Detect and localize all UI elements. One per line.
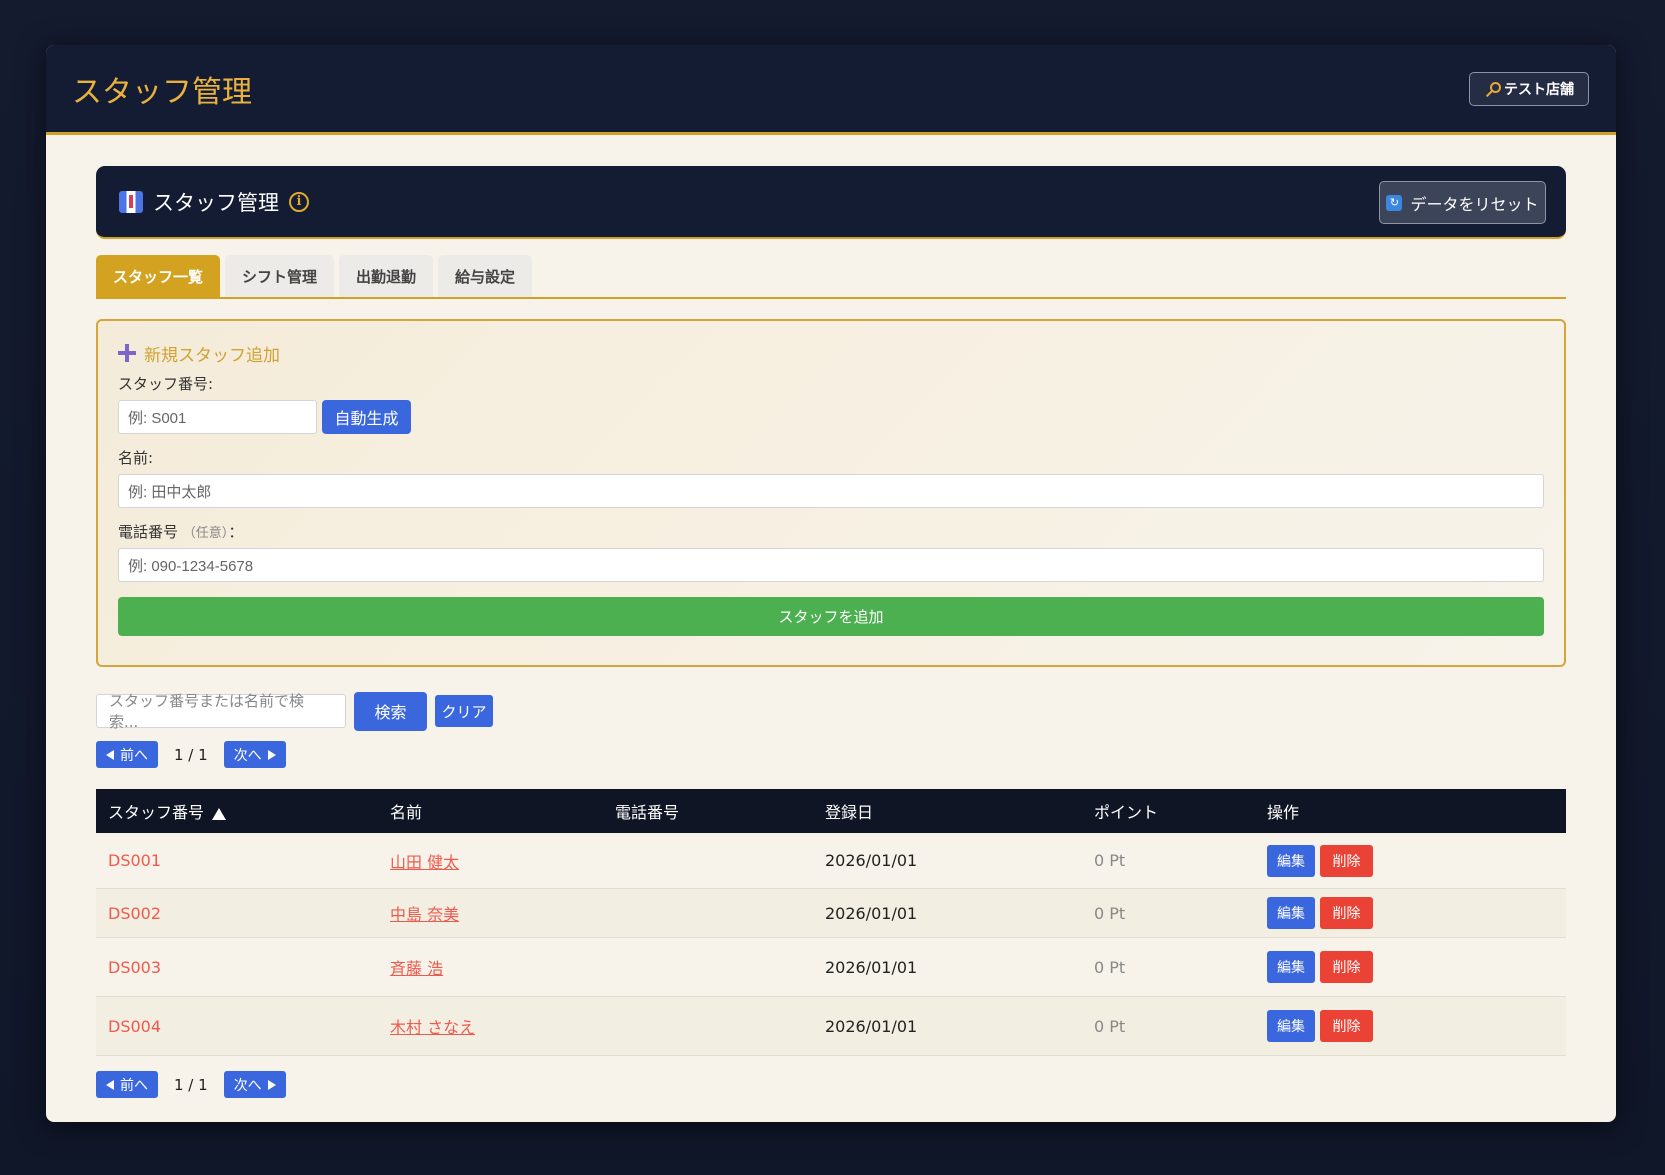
delete-button[interactable]: 削除 bbox=[1320, 897, 1373, 929]
tab-bar: スタッフ一覧 シフト管理 出勤退勤 給与設定 bbox=[96, 255, 1566, 299]
store-button[interactable]: テスト店舗 bbox=[1469, 72, 1589, 106]
staff-id: DS001 bbox=[108, 851, 162, 870]
search-row: スタッフ番号または名前で検索... 検索 クリア bbox=[96, 691, 1566, 731]
staff-number-label: スタッフ番号: bbox=[118, 375, 214, 393]
staff-points: 0 Pt bbox=[1094, 1016, 1126, 1036]
key-icon bbox=[1482, 81, 1501, 97]
edit-button[interactable]: 編集 bbox=[1267, 951, 1315, 983]
header-points[interactable]: ポイント bbox=[1094, 799, 1267, 823]
autogenerate-button[interactable]: 自動生成 bbox=[322, 400, 411, 434]
next-page-button[interactable]: 次へ bbox=[223, 741, 286, 768]
staff-name-link[interactable]: 木村 さなえ bbox=[390, 1018, 475, 1037]
header-actions: 操作 bbox=[1267, 803, 1300, 822]
staff-id: DS002 bbox=[108, 903, 162, 923]
sort-asc-icon bbox=[212, 807, 227, 820]
phone-label: 電話番号 （任意）： bbox=[118, 521, 1544, 543]
phone-optional-note: （任意） bbox=[182, 526, 229, 541]
app-header: スタッフ管理 テスト店舗 bbox=[46, 45, 1616, 135]
phone-label-text: 電話番号 bbox=[118, 523, 179, 541]
prev-page-button[interactable]: 前へ bbox=[96, 1071, 158, 1098]
section-title: スタッフ管理 bbox=[153, 190, 279, 215]
reset-label: データをリセット bbox=[1410, 194, 1539, 214]
section-header: スタッフ管理 i ↻ データをリセット bbox=[96, 166, 1566, 239]
next-label: 次へ bbox=[233, 1077, 262, 1094]
app-title: スタッフ管理 bbox=[72, 75, 252, 110]
header-date[interactable]: 登録日 bbox=[825, 799, 1094, 823]
header-phone[interactable]: 電話番号 bbox=[615, 799, 825, 823]
staff-name-link[interactable]: 山田 健太 bbox=[390, 853, 459, 872]
staff-icon bbox=[119, 190, 143, 213]
table-body: DS001 山田 健太 2026/01/01 0 Pt 編集 削除 DS002 … bbox=[96, 833, 1566, 1056]
staff-number-row: 例: S001 自動生成 bbox=[118, 400, 1544, 434]
edit-button[interactable]: 編集 bbox=[1267, 897, 1315, 929]
next-page-button[interactable]: 次へ bbox=[223, 1071, 286, 1098]
pager-bottom: 前へ 1 / 1 次へ bbox=[96, 1071, 1566, 1098]
staff-points: 0 Pt bbox=[1094, 851, 1126, 870]
next-label: 次へ bbox=[233, 747, 262, 764]
phone-label-colon: ： bbox=[228, 523, 244, 541]
delete-button[interactable]: 削除 bbox=[1320, 1010, 1373, 1042]
prev-page-button[interactable]: 前へ bbox=[96, 741, 158, 768]
table-row: DS002 中島 奈美 2026/01/01 0 Pt 編集 削除 bbox=[96, 889, 1566, 938]
main-content: スタッフ管理 i ↻ データをリセット スタッフ一覧 シフト管理 出勤退勤 給与… bbox=[96, 166, 1566, 1098]
pager-top: 前へ 1 / 1 次へ bbox=[96, 741, 1566, 768]
add-staff-heading-text: 新規スタッフ追加 bbox=[144, 345, 280, 366]
page-indicator: 1 / 1 bbox=[174, 745, 208, 764]
info-icon[interactable]: i bbox=[289, 191, 309, 212]
edit-button[interactable]: 編集 bbox=[1267, 844, 1315, 877]
table-header: スタッフ番号 名前 電話番号 登録日 ポイント 操作 bbox=[96, 789, 1566, 833]
prev-label: 前へ bbox=[120, 1077, 148, 1094]
header-staff-number[interactable]: スタッフ番号 bbox=[96, 799, 390, 823]
delete-button[interactable]: 削除 bbox=[1320, 951, 1373, 983]
edit-button[interactable]: 編集 bbox=[1267, 1010, 1315, 1042]
arrow-left-icon bbox=[106, 749, 114, 760]
staff-name-link[interactable]: 中島 奈美 bbox=[390, 905, 459, 924]
name-label: 名前: bbox=[118, 449, 154, 467]
add-staff-heading: 新規スタッフ追加 bbox=[118, 341, 1544, 366]
add-staff-button[interactable]: スタッフを追加 bbox=[118, 597, 1544, 636]
prev-label: 前へ bbox=[120, 747, 148, 764]
store-label: テスト店舗 bbox=[1504, 82, 1574, 98]
staff-points: 0 Pt bbox=[1094, 903, 1126, 923]
app-window: スタッフ管理 テスト店舗 スタッフ管理 i ↻ データをリセット スタッフ一覧 … bbox=[46, 45, 1616, 1122]
page-indicator: 1 / 1 bbox=[174, 1075, 208, 1094]
staff-date: 2026/01/01 bbox=[825, 957, 918, 977]
tab-shift-management[interactable]: シフト管理 bbox=[225, 255, 335, 297]
arrow-right-icon bbox=[267, 749, 276, 760]
arrow-right-icon bbox=[267, 1079, 276, 1090]
staff-number-input[interactable]: 例: S001 bbox=[118, 400, 317, 434]
staff-id: DS004 bbox=[108, 1016, 162, 1036]
reset-data-button[interactable]: ↻ データをリセット bbox=[1379, 181, 1546, 224]
staff-id: DS003 bbox=[108, 957, 162, 977]
tab-staff-list[interactable]: スタッフ一覧 bbox=[96, 255, 221, 297]
table-row: DS001 山田 健太 2026/01/01 0 Pt 編集 削除 bbox=[96, 833, 1566, 889]
search-input[interactable]: スタッフ番号または名前で検索... bbox=[96, 692, 346, 731]
header-staff-number-label: スタッフ番号 bbox=[108, 803, 205, 822]
plus-icon bbox=[118, 344, 136, 362]
tab-salary-settings[interactable]: 給与設定 bbox=[438, 255, 533, 297]
staff-table: スタッフ番号 名前 電話番号 登録日 ポイント 操作 DS001 山田 健太 2… bbox=[96, 789, 1566, 1056]
name-input[interactable]: 例: 田中太郎 bbox=[118, 474, 1544, 508]
delete-button[interactable]: 削除 bbox=[1320, 844, 1373, 877]
staff-points: 0 Pt bbox=[1094, 957, 1126, 977]
tab-attendance[interactable]: 出勤退勤 bbox=[339, 255, 434, 297]
search-button[interactable]: 検索 bbox=[354, 691, 427, 731]
table-row: DS003 斉藤 浩 2026/01/01 0 Pt 編集 削除 bbox=[96, 938, 1566, 997]
staff-name-link[interactable]: 斉藤 浩 bbox=[390, 959, 443, 978]
staff-date: 2026/01/01 bbox=[825, 851, 918, 870]
arrow-left-icon bbox=[106, 1079, 114, 1090]
staff-date: 2026/01/01 bbox=[825, 1016, 918, 1036]
table-row: DS004 木村 さなえ 2026/01/01 0 Pt 編集 削除 bbox=[96, 997, 1566, 1056]
phone-input[interactable]: 例: 090-1234-5678 bbox=[118, 548, 1544, 582]
staff-date: 2026/01/01 bbox=[825, 903, 918, 923]
header-name[interactable]: 名前 bbox=[390, 799, 615, 823]
clear-button[interactable]: クリア bbox=[435, 695, 493, 727]
add-staff-panel: 新規スタッフ追加 スタッフ番号: 例: S001 自動生成 名前: 例: 田中太… bbox=[96, 319, 1566, 667]
refresh-icon: ↻ bbox=[1386, 194, 1403, 211]
